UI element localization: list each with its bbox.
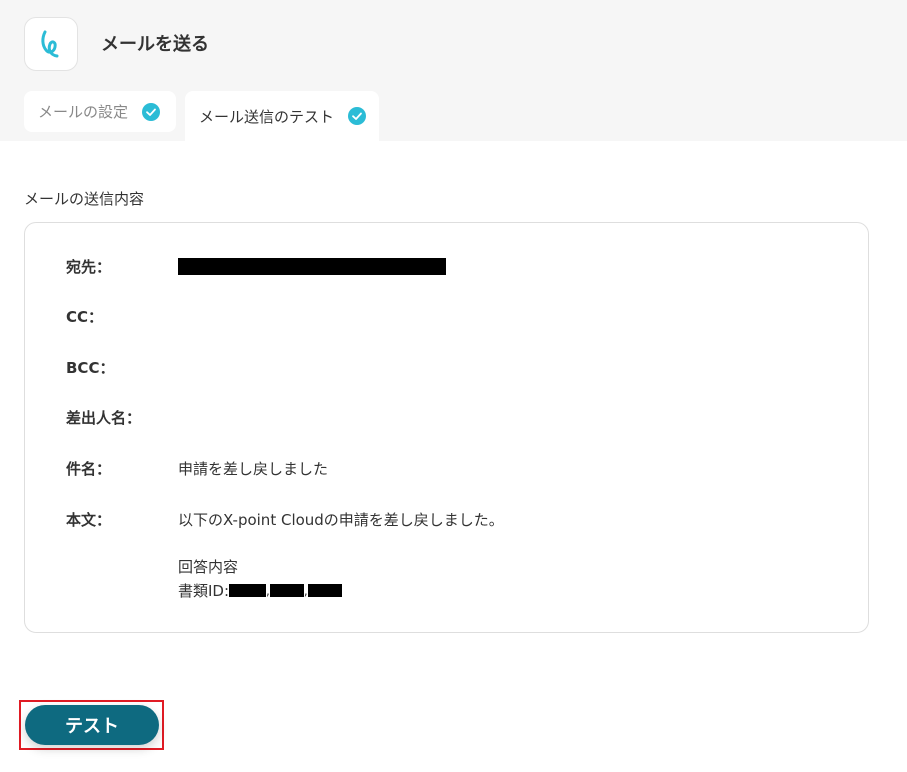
body-line-3: 書類ID: , , — [178, 580, 342, 601]
check-circle-icon — [348, 107, 367, 125]
tab-mail-send-test[interactable]: メール送信のテスト — [185, 91, 379, 141]
redaction-bar — [307, 584, 342, 597]
subject-label: 件名： — [66, 460, 112, 478]
document-id-label: 書類ID: — [178, 582, 230, 600]
tab-label: メール送信のテスト — [199, 107, 335, 126]
cc-label: CC： — [66, 308, 104, 326]
bcc-label: BCC： — [66, 359, 115, 377]
sender-name-label: 差出人名： — [66, 409, 142, 427]
redaction-bar — [269, 584, 304, 597]
tab-mail-settings[interactable]: メールの設定 — [24, 91, 176, 132]
redaction-bar — [229, 584, 267, 597]
section-title: メールの送信内容 — [24, 190, 145, 208]
body-line-1: 以下のX-point Cloudの申請を差し戻しました。 — [178, 511, 504, 529]
body-line-2: 回答内容 — [178, 558, 239, 576]
app-logo-icon — [24, 17, 78, 71]
redaction-bar — [178, 258, 446, 275]
mail-content-card: 宛先： CC： BCC： 差出人名： 件名： 申請を差し戻しました 本文： 以下… — [24, 222, 869, 633]
tab-label: メールの設定 — [38, 103, 129, 121]
body-label: 本文： — [66, 511, 112, 529]
to-value — [178, 257, 446, 275]
subject-value: 申請を差し戻しました — [178, 460, 329, 478]
test-button[interactable]: テスト — [25, 705, 159, 745]
to-label: 宛先： — [66, 258, 112, 276]
check-circle-icon — [142, 102, 161, 121]
page-title: メールを送る — [101, 34, 209, 55]
